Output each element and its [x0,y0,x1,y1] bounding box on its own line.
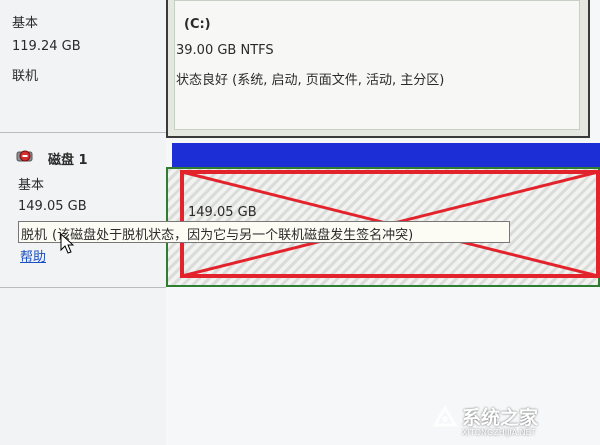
disk0-size: 119.24 GB [12,39,81,54]
disk1-title: 磁盘 1 [48,153,88,168]
partition-c-label: (C:) [184,17,211,32]
disk0-partition-c-body [174,0,580,130]
watermark-name: 系统之家 [462,407,539,429]
disk0-type: 基本 [12,16,39,31]
partition-c-size: 39.00 GB NTFS [176,43,274,58]
disk1-unallocated-bar [172,143,600,167]
watermark-logo-icon [432,405,458,429]
partition-c-health: 状态良好 (系统, 启动, 页面文件, 活动, 主分区) [176,73,445,88]
mouse-pointer-icon [60,232,75,259]
disk-row-divider [0,132,166,133]
help-link[interactable]: 帮助 [20,246,46,265]
disk0-status: 联机 [12,69,39,84]
offline-tooltip-text: (该磁盘处于脱机状态，因为它与另一个联机磁盘发生签名冲突) [52,228,414,243]
disk1-type: 基本 [18,178,45,193]
disk1-status: 脱机 [21,228,48,243]
offline-disk-icon [16,148,34,164]
disk-row-divider-bottom [0,287,166,288]
disk1-size: 149.05 GB [18,199,87,214]
watermark-url: XITONGZHIJIA.NET [462,428,536,437]
site-watermark: 系统之家 XITONGZHIJIA.NET [432,401,592,441]
